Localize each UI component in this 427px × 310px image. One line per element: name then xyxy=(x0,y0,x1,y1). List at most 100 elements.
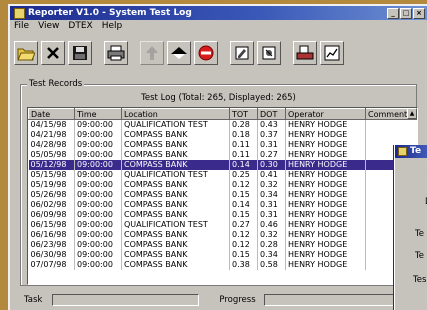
reporter-window: Reporter V1.0 - System Test Log _ □ × Fi… xyxy=(8,4,427,310)
dialog-label-5: Tes xyxy=(413,275,427,285)
menu-file[interactable]: File xyxy=(14,20,29,33)
close-window-button[interactable]: × xyxy=(413,8,425,19)
cell-tot: 0.14 xyxy=(229,200,258,210)
title-bar[interactable]: Reporter V1.0 - System Test Log _ □ × xyxy=(10,6,427,20)
test-log-caption: Test Log (Total: 265, Displayed: 265) xyxy=(141,93,296,103)
test-dialog-title-bar[interactable]: Te xyxy=(395,145,427,158)
cell-dot: 0.34 xyxy=(257,250,286,260)
cell-date: 06/30/98 xyxy=(28,250,75,260)
cell-date: 06/09/98 xyxy=(28,210,75,220)
menu-view[interactable]: View xyxy=(38,20,59,33)
maximize-button[interactable]: □ xyxy=(400,8,412,19)
cell-date: 05/12/98 xyxy=(28,160,75,170)
table-row[interactable]: 04/15/98 09:00:00 QUALIFICATION TEST 0.28 0.… xyxy=(28,119,417,130)
table-row[interactable]: 04/28/98 09:00:00 COMPASS BANK 0.11 0.31 HENR… xyxy=(28,140,417,150)
task-field xyxy=(52,294,200,306)
column-header-dot[interactable]: DOT xyxy=(257,108,286,120)
cell-location: COMPASS BANK xyxy=(121,130,230,140)
cell-location: COMPASS BANK xyxy=(121,190,230,200)
cell-comments xyxy=(365,119,417,130)
column-header-date[interactable]: Date xyxy=(28,108,75,120)
table-row[interactable]: 05/19/98 09:00:00 COMPASS BANK 0.12 0.32 HENR… xyxy=(28,180,417,190)
cell-tot: 0.15 xyxy=(229,210,258,220)
cell-operator: HENRY HODGE xyxy=(285,170,366,180)
table-row[interactable]: 06/30/98 09:00:00 COMPASS BANK 0.15 0.34 HENR… xyxy=(28,250,417,260)
cell-time: 09:00:00 xyxy=(74,240,122,250)
table-row[interactable]: 06/23/98 09:00:00 COMPASS BANK 0.12 0.28 HENR… xyxy=(28,240,417,250)
cell-operator: HENRY HODGE xyxy=(285,240,366,250)
table-row[interactable]: 05/05/98 09:00:00 COMPASS BANK 0.11 0.27 HENR… xyxy=(28,150,417,160)
cell-tot: 0.27 xyxy=(229,220,258,230)
task-label: Task xyxy=(24,295,43,305)
status-bar: Task Progress xyxy=(14,290,427,310)
table-row[interactable]: 04/21/98 09:00:00 COMPASS BANK 0.18 0.37 HENR… xyxy=(28,130,417,140)
column-header-location[interactable]: Location xyxy=(121,108,230,120)
move-up-button[interactable] xyxy=(140,41,164,65)
cell-dot: 0.30 xyxy=(257,160,286,170)
cell-operator: HENRY HODGE xyxy=(285,140,366,150)
table-row[interactable]: 05/15/98 09:00:00 QUALIFICATION TEST 0.25 0.… xyxy=(28,170,417,180)
cell-date: 06/02/98 xyxy=(28,200,75,210)
menu-dtex[interactable]: DTEX xyxy=(68,20,92,33)
minimize-button[interactable]: _ xyxy=(387,8,399,19)
cell-location: COMPASS BANK xyxy=(121,260,230,270)
table-row[interactable]: 07/07/98 09:00:00 COMPASS BANK 0.38 0.58 HENR… xyxy=(28,260,417,270)
table-row[interactable]: 06/09/98 09:00:00 COMPASS BANK 0.15 0.31 HENR… xyxy=(28,210,417,220)
open-button[interactable] xyxy=(14,41,38,65)
test-dialog-window[interactable]: Te T D Te Te Tes xyxy=(394,145,427,310)
cell-dot: 0.34 xyxy=(257,190,286,200)
scroll-up-button[interactable]: ▲ xyxy=(407,108,417,119)
test-log-table: Date Time Location TOT DOT Operator Comm… xyxy=(28,108,417,270)
cell-dot: 0.41 xyxy=(257,170,286,180)
cell-dot: 0.27 xyxy=(257,150,286,160)
table-row-selected[interactable]: 05/12/98 09:00:00 COMPASS BANK 0.14 0.30 HENR… xyxy=(28,160,417,170)
progress-bar xyxy=(263,294,406,306)
dialog-label-4: Te xyxy=(415,251,424,261)
settings-button[interactable] xyxy=(257,41,281,65)
cell-date: 05/15/98 xyxy=(28,170,75,180)
open-folder-icon xyxy=(17,48,35,61)
cell-operator: HENRY HODGE xyxy=(285,119,366,130)
print-preview-button[interactable] xyxy=(293,41,317,65)
cell-location: COMPASS BANK xyxy=(121,160,230,170)
test-records-group: Test Records Test Log (Total: 265, Displ… xyxy=(20,79,418,286)
cell-date: 05/05/98 xyxy=(28,150,75,160)
cell-time: 09:00:00 xyxy=(74,230,122,240)
cell-date: 04/21/98 xyxy=(28,130,75,140)
cell-operator: HENRY HODGE xyxy=(285,180,366,190)
test-dialog-title: Te xyxy=(410,146,422,156)
edit-records-icon xyxy=(235,46,249,60)
table-row[interactable]: 06/15/98 09:00:00 QUALIFICATION TEST 0.27 0.… xyxy=(28,220,417,230)
cell-date: 05/26/98 xyxy=(28,190,75,200)
table-row[interactable]: 06/02/98 09:00:00 COMPASS BANK 0.14 0.31 HENR… xyxy=(28,200,417,210)
stop-button[interactable] xyxy=(194,41,218,65)
table-row[interactable]: 05/26/98 09:00:00 COMPASS BANK 0.15 0.34 HENR… xyxy=(28,190,417,200)
close-record-button[interactable] xyxy=(41,41,65,65)
cell-dot: 0.32 xyxy=(257,180,286,190)
column-header-tot[interactable]: TOT xyxy=(229,108,258,120)
cell-dot: 0.32 xyxy=(257,230,286,240)
test-log-table-container[interactable]: Date Time Location TOT DOT Operator Comm… xyxy=(27,107,418,285)
print-button[interactable] xyxy=(104,41,128,65)
column-header-time[interactable]: Time xyxy=(74,108,122,120)
cell-dot: 0.37 xyxy=(257,130,286,140)
cell-date: 06/16/98 xyxy=(28,230,75,240)
cell-dot: 0.31 xyxy=(257,210,286,220)
menu-help[interactable]: Help xyxy=(102,20,123,33)
cell-operator: HENRY HODGE xyxy=(285,230,366,240)
table-row[interactable]: 06/16/98 09:00:00 COMPASS BANK 0.12 0.32 HENR… xyxy=(28,230,417,240)
cell-location: COMPASS BANK xyxy=(121,200,230,210)
dialog-app-icon xyxy=(398,147,407,156)
edit-records-button[interactable] xyxy=(230,41,254,65)
app-icon[interactable] xyxy=(14,7,25,19)
cell-dot: 0.31 xyxy=(257,200,286,210)
cell-location: COMPASS BANK xyxy=(121,140,230,150)
save-button[interactable] xyxy=(68,41,92,65)
cell-operator: HENRY HODGE xyxy=(285,190,366,200)
chart-button[interactable] xyxy=(320,41,344,65)
eject-button[interactable] xyxy=(167,41,191,65)
column-header-operator[interactable]: Operator xyxy=(285,108,366,120)
move-up-icon xyxy=(146,46,158,60)
cell-time: 09:00:00 xyxy=(74,250,122,260)
menu-bar: File View DTEX Help xyxy=(10,20,427,33)
